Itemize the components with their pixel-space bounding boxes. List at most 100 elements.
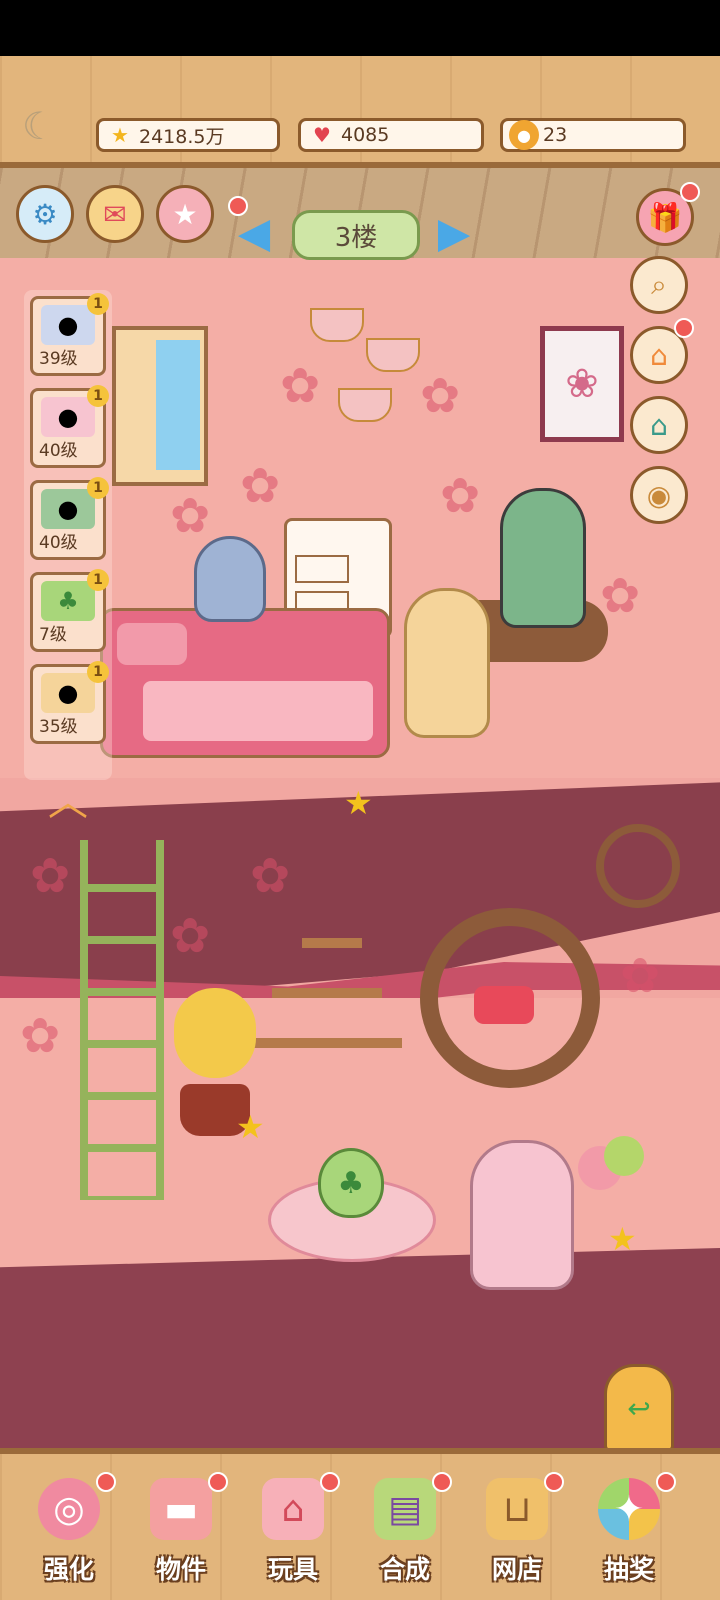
search-button[interactable]: ⌕ [630,256,688,314]
count-badge: 1 [87,385,109,407]
heart-counter: ♥ 4085 [298,118,484,152]
coin-value: 2418.5万 [139,125,225,148]
coin-counter: ★ 2418.5万 [96,118,280,152]
star-collectible[interactable]: ★ [608,1220,637,1258]
yarn-balls[interactable] [578,1136,648,1192]
cat-card[interactable]: ● 1 35级 [30,661,109,744]
cat-card[interactable]: ● 1 39级 [30,293,109,376]
plant-shelf[interactable] [252,888,402,1068]
wheel-icon: ✦ [598,1478,660,1540]
settings-button[interactable]: ⚙ [16,185,74,243]
girl-cat[interactable] [500,488,586,628]
hanging-flower-swing[interactable] [420,908,600,1088]
blonde-cat-portrait: ● [41,673,95,713]
shelf-top [302,938,362,948]
cat-level: 39级 [39,349,78,369]
paw-house-icon: ⌂ [650,338,668,372]
sofa-icon: ▬ [150,1478,212,1540]
tab-lottery[interactable]: ✦ 抽奖 [574,1470,684,1590]
cat-card[interactable]: ● 1 40级 [30,477,109,560]
pink-cat-portrait: ● [41,397,95,437]
count-badge: 1 [87,477,109,499]
swing-cushion [474,986,534,1024]
cat-house-notification-dot [674,318,694,338]
gift-notification-dot [680,182,700,202]
twig-wreath[interactable] [596,824,680,908]
items-notification-dot [208,1472,228,1492]
book-icon: ★ [172,197,198,231]
clover-egg-portrait: ♣ [41,581,95,621]
status-bar [0,0,720,56]
synthesis-notification-dot [432,1472,452,1492]
basket-icon: ⊔ [486,1478,548,1540]
shelf-bottom [252,1038,402,1048]
bamboo-ladder[interactable] [80,840,164,1200]
star-collectible[interactable]: ★ [236,1108,265,1146]
star-collectible[interactable]: ★ [344,784,373,822]
koala-cat[interactable] [194,536,266,622]
tab-synthesis[interactable]: ▤ 合成 [350,1470,460,1590]
koala-cat-portrait: ● [41,305,95,345]
pink-cat[interactable] [470,1140,574,1290]
exit-door-button[interactable]: ↩ [604,1364,674,1452]
bed[interactable] [100,608,390,758]
blonde-cat[interactable] [404,588,490,738]
eye-icon: ◉ [646,478,672,512]
arrow-right-icon: ▶ [437,207,471,257]
lottery-notification-dot [656,1472,676,1492]
tab-shop[interactable]: ⊔ 网店 [462,1470,572,1590]
tab-items[interactable]: ▬ 物件 [126,1470,236,1590]
crown-lamp [338,388,392,422]
enhance-notification-dot [96,1472,116,1492]
cat-list-panel[interactable]: ● 1 39级 ● 1 40级 ● 1 40级 ♣ 1 7级 ● 1 35级 [24,290,112,780]
cat-card[interactable]: ♣ 1 7级 [30,569,109,652]
shop-notification-dot [544,1472,564,1492]
house-toy-icon: ⌂ [262,1478,324,1540]
count-badge: 1 [87,661,109,683]
toys-notification-dot [320,1472,340,1492]
tree-leaves [174,988,256,1078]
album-button[interactable]: ★ [156,185,214,243]
prev-floor-button[interactable]: ◀ [230,207,278,257]
rose-decoration: ✿ [620,948,661,1004]
girl-cat-portrait: ● [41,489,95,529]
pillow [117,623,187,665]
winged-heart-icon: ♥ [313,123,331,147]
chandelier[interactable] [310,278,420,428]
tab-shop-label: 网店 [491,1555,542,1584]
window-glass [156,340,200,470]
view-button[interactable]: ◉ [630,466,688,524]
cat-card[interactable]: ● 1 40级 [30,385,109,468]
cards-icon: ▤ [374,1478,436,1540]
cat-level: 7级 [39,625,67,645]
tab-items-label: 物件 [155,1555,206,1584]
share-button[interactable]: ⌂ [630,396,688,454]
tab-toys[interactable]: ⌂ 玩具 [238,1470,348,1590]
share-house-icon: ⌂ [650,408,668,442]
count-badge: 1 [87,569,109,591]
rose-decoration: ✿ [20,1008,61,1064]
magnifier-icon: ⌕ [651,268,667,301]
rose-decoration: ✿ [30,848,71,904]
tab-lottery-label: 抽奖 [603,1555,654,1584]
crown-lamp [310,308,364,342]
next-floor-button[interactable]: ▶ [430,207,478,257]
tab-enhance[interactable]: ◎ 强化 [14,1470,124,1590]
tab-enhance-label: 强化 [43,1555,94,1584]
drawer [295,555,349,583]
crown-lamp [366,338,420,372]
moon-cloud-icon: ☾ [22,104,57,148]
tab-synthesis-label: 合成 [379,1555,430,1584]
star-coin-icon: ★ [111,123,129,147]
blanket [143,681,373,741]
flower-painting[interactable]: ❀ [540,326,624,442]
rose-decoration: ✿ [240,458,281,514]
window[interactable] [112,326,208,486]
clover-egg[interactable]: ♣ [318,1148,384,1218]
rose-decoration: ✿ [420,368,461,424]
tab-toys-label: 玩具 [267,1555,318,1584]
collapse-list-button[interactable]: ︿ [40,780,96,824]
heart-value: 4085 [341,124,390,146]
mail-button[interactable]: ✉ [86,185,144,243]
paw-value: 23 [543,124,568,146]
